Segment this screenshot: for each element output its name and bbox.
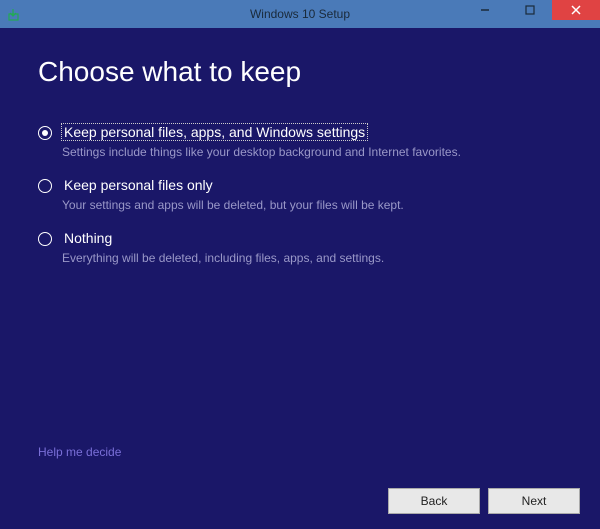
radio-icon[interactable]: [38, 126, 52, 140]
page-heading: Choose what to keep: [38, 56, 562, 88]
radio-icon[interactable]: [38, 232, 52, 246]
option-label: Keep personal files only: [62, 177, 215, 193]
titlebar: Windows 10 Setup: [0, 0, 600, 28]
back-button[interactable]: Back: [388, 488, 480, 514]
next-button[interactable]: Next: [488, 488, 580, 514]
app-icon: [6, 6, 22, 22]
option-label: Nothing: [62, 230, 114, 246]
option-text: Keep personal files, apps, and Windows s…: [62, 124, 562, 159]
minimize-button[interactable]: [462, 0, 507, 20]
option-label: Keep personal files, apps, and Windows s…: [62, 124, 367, 140]
option-text: Nothing Everything will be deleted, incl…: [62, 230, 562, 265]
option-text: Keep personal files only Your settings a…: [62, 177, 562, 212]
option-description: Everything will be deleted, including fi…: [62, 251, 562, 265]
option-keep-files[interactable]: Keep personal files only Your settings a…: [38, 177, 562, 212]
maximize-button[interactable]: [507, 0, 552, 20]
option-nothing[interactable]: Nothing Everything will be deleted, incl…: [38, 230, 562, 265]
help-link[interactable]: Help me decide: [38, 445, 121, 459]
window-controls: [462, 0, 600, 28]
option-description: Your settings and apps will be deleted, …: [62, 198, 562, 212]
content-area: Choose what to keep Keep personal files,…: [0, 28, 600, 473]
footer: Back Next: [0, 473, 600, 529]
window-title: Windows 10 Setup: [250, 7, 350, 21]
option-keep-all[interactable]: Keep personal files, apps, and Windows s…: [38, 124, 562, 159]
close-button[interactable]: [552, 0, 600, 20]
option-description: Settings include things like your deskto…: [62, 145, 562, 159]
radio-icon[interactable]: [38, 179, 52, 193]
